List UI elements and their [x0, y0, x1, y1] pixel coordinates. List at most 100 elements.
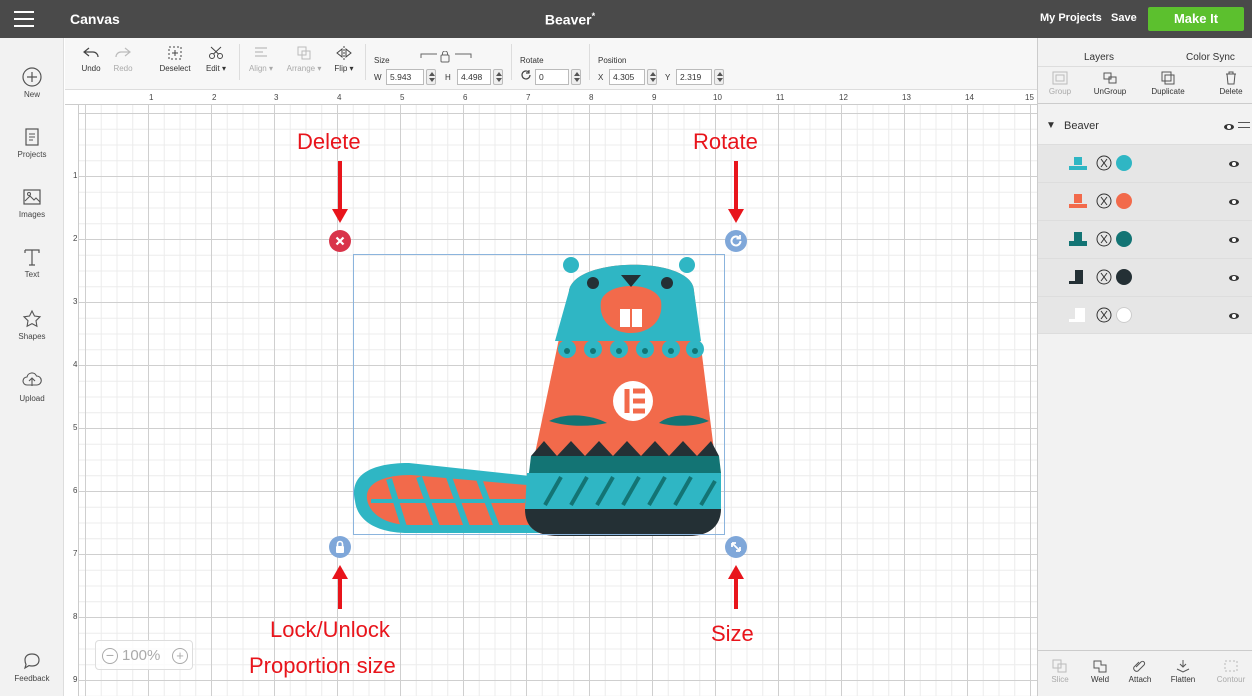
expand-caret-icon[interactable]: ▼	[1046, 120, 1056, 131]
arrange-label: Arrange	[286, 64, 316, 73]
group-button[interactable]: Group	[1046, 71, 1074, 96]
deselect-label: Deselect	[159, 64, 191, 73]
visibility-eye-icon[interactable]	[1229, 161, 1239, 167]
height-input[interactable]: 4.498	[457, 69, 491, 85]
contour-button[interactable]: Contour	[1212, 659, 1250, 684]
ruler-tick: 8	[73, 612, 78, 621]
position-y-stepper[interactable]	[714, 69, 724, 85]
align-caret-icon: ▾	[266, 64, 274, 73]
position-y-input[interactable]: 2.319	[676, 69, 712, 85]
position-x-stepper[interactable]	[647, 69, 657, 85]
sidebar-item-shapes[interactable]: Shapes	[0, 308, 64, 341]
layer-row[interactable]	[1038, 220, 1252, 258]
redo-icon	[115, 47, 131, 58]
edit-menu-button[interactable]: Edit ▾	[199, 46, 233, 73]
visibility-eye-icon[interactable]	[1224, 124, 1234, 130]
delete-layer-button[interactable]: Delete	[1216, 71, 1246, 96]
sidebar-item-upload[interactable]: Upload	[0, 370, 64, 403]
width-stepper[interactable]	[426, 69, 436, 85]
design-canvas[interactable]: Delete Rotate Lock/Unlock Proportion siz…	[79, 105, 1037, 696]
rotate-handle[interactable]	[725, 230, 747, 252]
width-input[interactable]: 5.943	[386, 69, 424, 85]
weld-button[interactable]: Weld	[1088, 659, 1112, 684]
cut-operation-icon[interactable]	[1096, 193, 1112, 209]
position-x-input[interactable]: 4.305	[609, 69, 645, 85]
plus-circle-icon	[22, 67, 42, 87]
sidebar-item-feedback[interactable]: Feedback	[0, 650, 64, 683]
flip-menu-button[interactable]: Flip ▾	[329, 46, 359, 73]
rotate-input[interactable]: 0	[535, 69, 569, 85]
deselect-icon	[168, 46, 182, 60]
sidebar-item-text[interactable]: Text	[0, 246, 64, 279]
layer-color-swatch[interactable]	[1116, 193, 1132, 209]
redo-button[interactable]: Redo	[109, 46, 137, 73]
group-label: Group	[1048, 87, 1072, 96]
ungroup-button[interactable]: UnGroup	[1090, 71, 1130, 96]
undo-button[interactable]: Undo	[77, 46, 105, 73]
layer-color-swatch[interactable]	[1116, 269, 1132, 285]
make-it-button[interactable]: Make It	[1148, 7, 1244, 31]
flatten-button[interactable]: Flatten	[1166, 659, 1200, 684]
sidebar-item-projects[interactable]: Projects	[0, 126, 64, 159]
sidebar-label-images: Images	[18, 210, 46, 219]
ruler-tick: 3	[274, 93, 279, 102]
project-name: Beaver	[544, 11, 592, 28]
ruler-tick: 5	[400, 93, 405, 102]
layer-thumbnail-icon	[1069, 194, 1087, 208]
deselect-button[interactable]: Deselect	[155, 46, 195, 73]
proportion-lock-icon[interactable]	[420, 51, 472, 63]
layer-color-swatch[interactable]	[1116, 307, 1132, 323]
text-icon	[24, 249, 40, 266]
visibility-eye-icon[interactable]	[1229, 199, 1239, 205]
layer-group-name: Beaver	[1064, 120, 1099, 132]
delete-handle[interactable]	[329, 230, 351, 252]
flatten-icon	[1176, 660, 1190, 673]
sidebar-item-new[interactable]: New	[0, 66, 64, 99]
attach-label: Attach	[1128, 675, 1152, 684]
cut-operation-icon[interactable]	[1096, 155, 1112, 171]
layer-color-swatch[interactable]	[1116, 155, 1132, 171]
zoom-in-button[interactable]: +	[172, 648, 188, 664]
ruler-tick: 8	[589, 93, 594, 102]
layer-row[interactable]	[1038, 144, 1252, 182]
layer-row[interactable]	[1038, 258, 1252, 296]
cut-operation-icon[interactable]	[1096, 307, 1112, 323]
slice-icon	[1052, 659, 1067, 673]
cut-operation-icon[interactable]	[1096, 269, 1112, 285]
align-menu-button[interactable]: Align ▾	[243, 46, 279, 73]
tab-color-sync[interactable]: Color Sync	[1186, 52, 1235, 63]
edit-caret-icon: ▾	[219, 64, 227, 73]
layer-group-row[interactable]: ▼ Beaver	[1038, 112, 1252, 142]
visibility-eye-icon[interactable]	[1229, 237, 1239, 243]
zoom-out-button[interactable]: −	[102, 648, 118, 664]
height-stepper[interactable]	[493, 69, 503, 85]
sidebar-label-projects: Projects	[17, 150, 47, 159]
visibility-eye-icon[interactable]	[1229, 313, 1239, 319]
my-projects-link[interactable]: My Projects	[1040, 12, 1102, 24]
left-sidebar: New Projects Images Text Shapes Upload F…	[0, 38, 64, 696]
arrange-menu-button[interactable]: Arrange ▾	[282, 46, 326, 73]
sidebar-item-images[interactable]: Images	[0, 186, 64, 219]
save-button[interactable]: Save	[1111, 12, 1137, 24]
duplicate-button[interactable]: Duplicate	[1146, 71, 1190, 96]
ruler-tick: 15	[1025, 93, 1034, 102]
ruler-tick: 9	[652, 93, 657, 102]
slice-button[interactable]: Slice	[1048, 659, 1072, 684]
layer-row[interactable]	[1038, 296, 1252, 334]
lock-proportion-handle[interactable]	[329, 536, 351, 558]
toolbar-divider	[589, 44, 590, 80]
upload-icon	[22, 372, 42, 386]
tab-layers[interactable]: Layers	[1084, 52, 1114, 63]
drag-handle-icon[interactable]	[1238, 122, 1250, 128]
selection-box	[353, 254, 725, 535]
vertical-ruler: 1 2 3 4 5 6 7 8 9	[65, 105, 79, 696]
layer-row[interactable]	[1038, 182, 1252, 220]
flip-caret-icon: ▾	[347, 64, 354, 73]
layer-color-swatch[interactable]	[1116, 231, 1132, 247]
cut-operation-icon[interactable]	[1096, 231, 1112, 247]
rotate-stepper[interactable]	[571, 69, 581, 85]
attach-button[interactable]: Attach	[1124, 659, 1156, 684]
visibility-eye-icon[interactable]	[1229, 275, 1239, 281]
undo-label: Undo	[81, 64, 101, 73]
resize-handle[interactable]	[725, 536, 747, 558]
